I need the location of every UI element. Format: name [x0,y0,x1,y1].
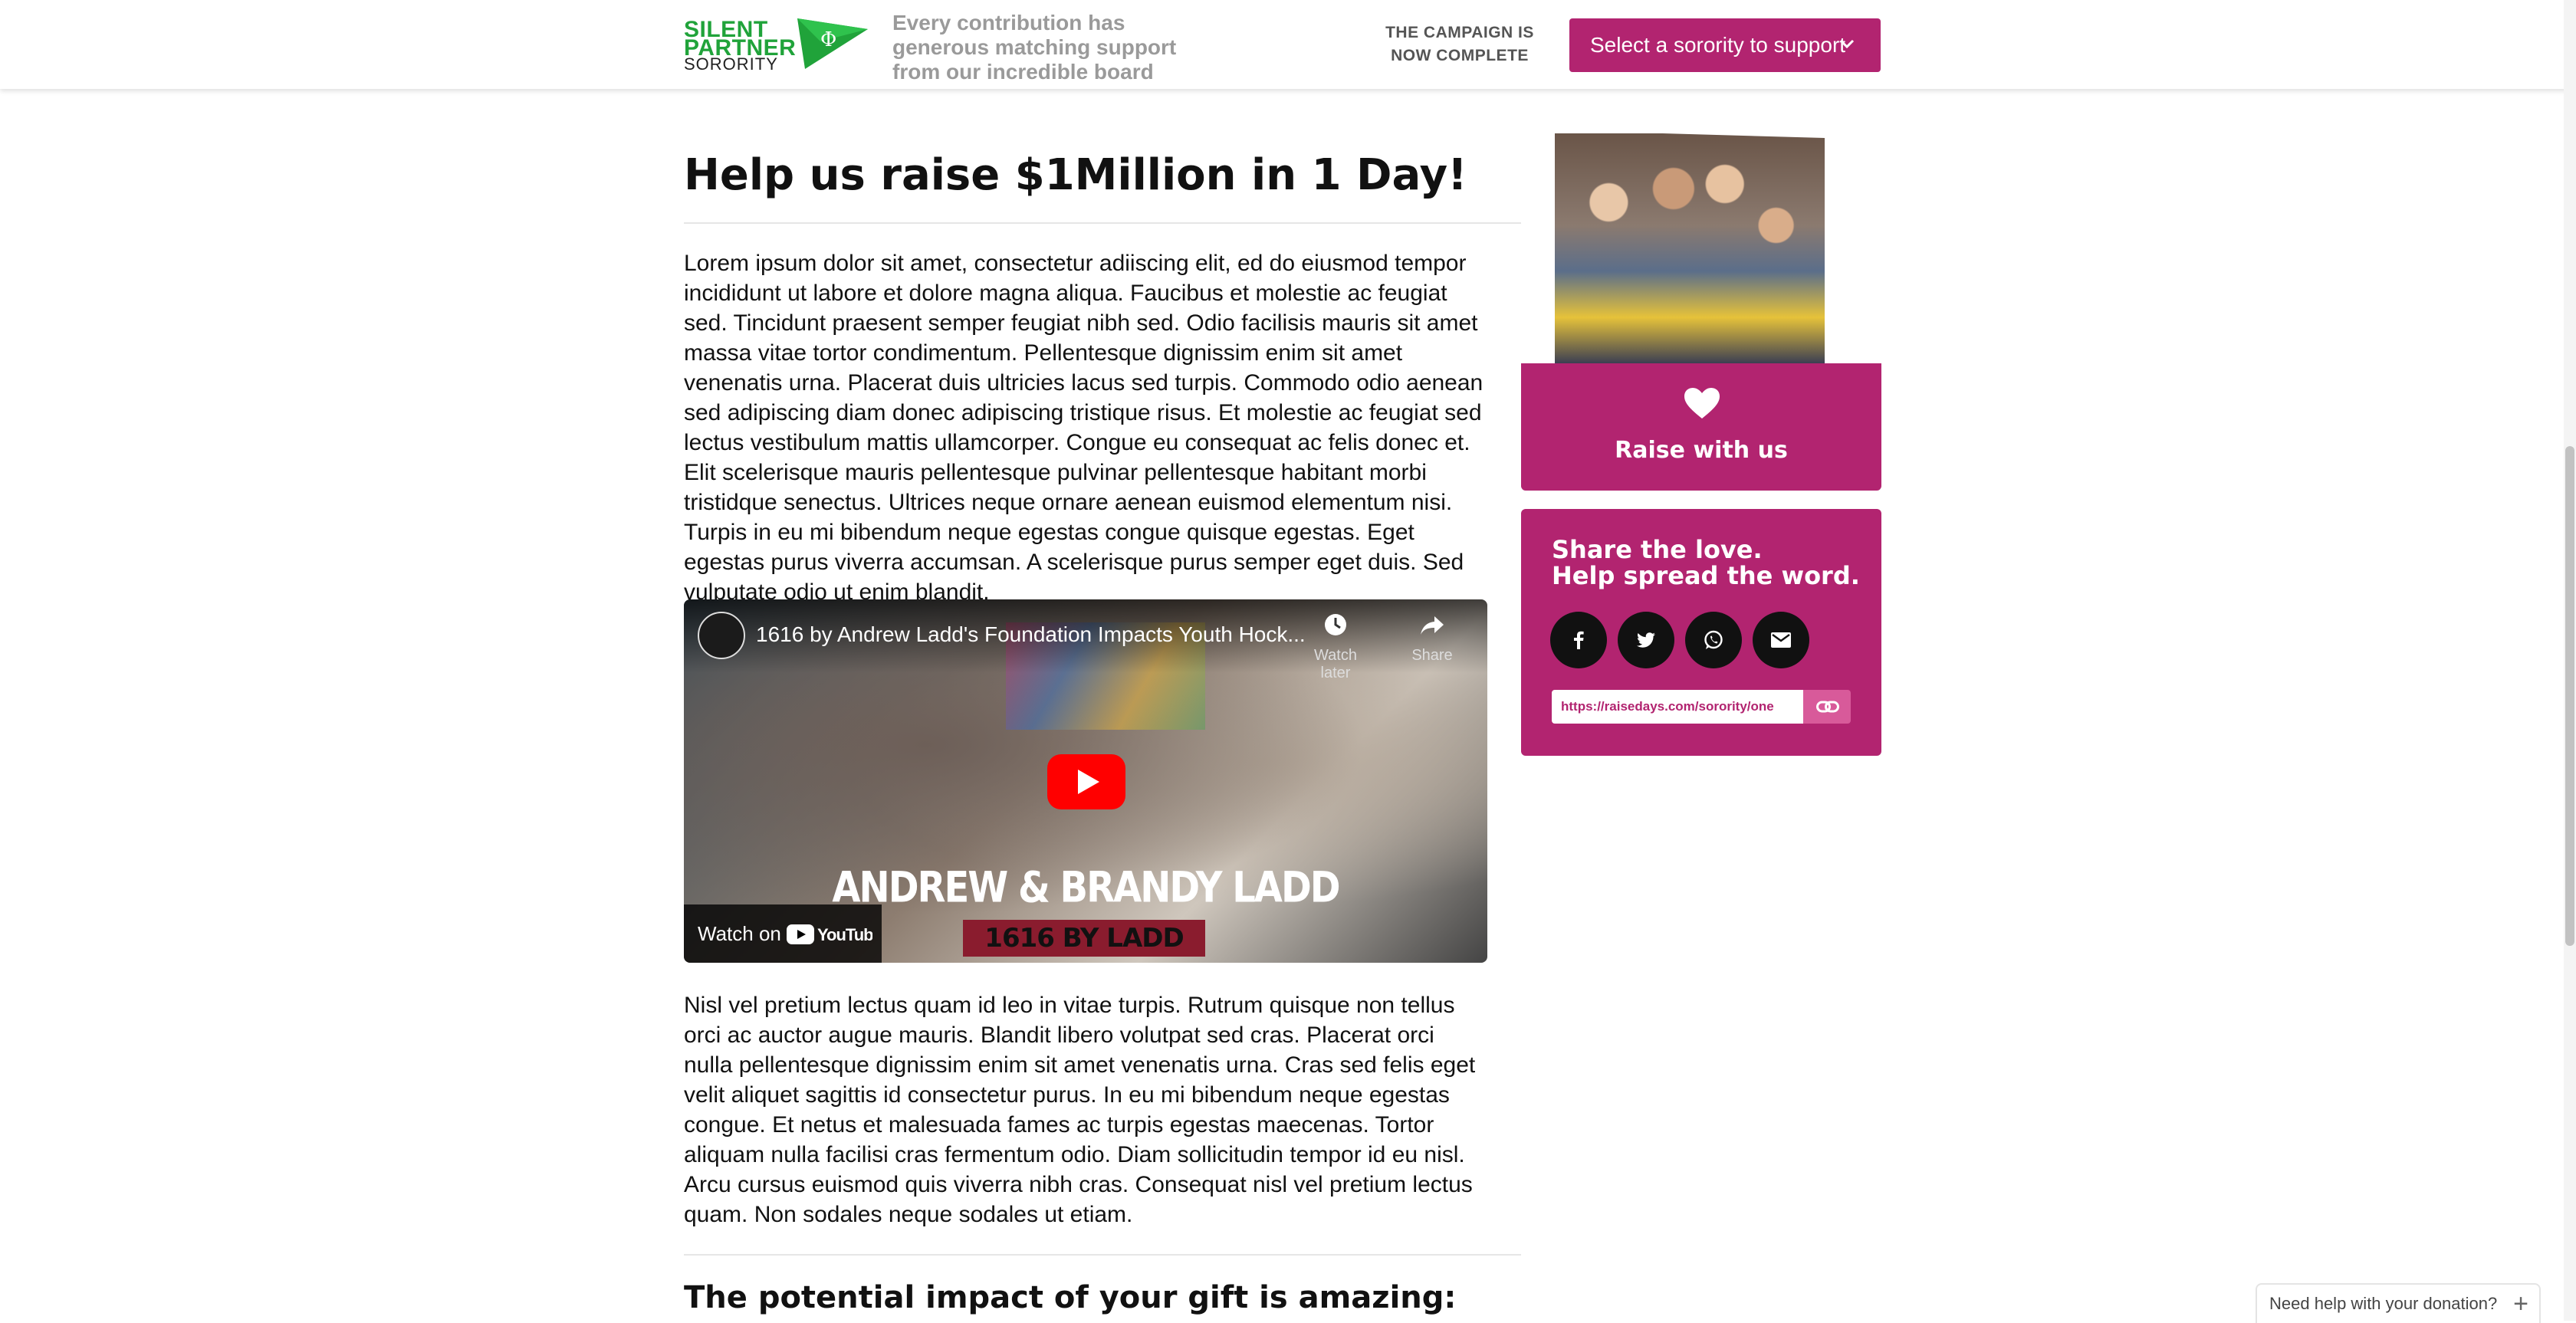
video-title[interactable]: 1616 by Andrew Ladd's Foundation Impacts… [756,622,1339,647]
facebook-share-button[interactable] [1550,612,1607,668]
link-icon [1816,701,1839,713]
twitter-share-button[interactable] [1618,612,1674,668]
site-header: SILENT PARTNER SORORITY Φ Every contribu… [0,0,2576,89]
svg-text:YouTube: YouTube [817,925,872,944]
copy-link-button[interactable] [1803,690,1851,724]
share-url-field[interactable]: https://raisedays.com/sorority/one [1552,690,1803,724]
watch-later-button[interactable]: Watch later [1299,612,1372,682]
raise-with-us-label: Raise with us [1615,437,1788,464]
select-sorority-label: Select a sorority to support [1590,33,1846,57]
share-video-button[interactable]: Share [1395,612,1469,665]
share-label: Share [1411,647,1453,664]
share-heading: Share the love. [1552,535,1763,564]
raise-with-us-button[interactable]: Raise with us [1521,363,1881,491]
clock-icon [1325,614,1346,635]
help-label: Need help with your donation? [2269,1294,2498,1313]
email-icon [1771,632,1791,648]
video-subheadline: 1616 BY LADD FOUNDATION [963,920,1205,963]
watch-on-label: Watch on [698,922,781,945]
body-paragraph: Nisl vel pretium lectus quam id leo in v… [684,993,1476,1227]
share-subheading: Help spread the word. [1552,561,1860,590]
whatsapp-icon [1704,630,1723,649]
share-panel: Share the love. Help spread the word. ht… [1521,509,1881,756]
header-tagline: Every contribution has generous matching… [892,11,1177,84]
impact-heading: The potential impact of your gift is ama… [684,1280,1457,1315]
page-title: Help us raise $1Million in 1 Day! [684,150,1467,200]
facebook-icon [1574,631,1584,649]
email-share-button[interactable] [1753,612,1809,668]
title-divider [684,222,1521,224]
logo-line-3: SORORITY [684,54,778,74]
expand-plus-icon[interactable]: + [2513,1285,2528,1323]
friends-photo [1555,133,1825,363]
donation-help-widget[interactable]: Need help with your donation? + [2256,1283,2541,1323]
logo-pennant-icon: Φ [797,18,868,69]
heart-icon [1684,388,1720,419]
twitter-icon [1637,632,1655,648]
play-icon[interactable] [1047,754,1125,809]
campaign-status: THE CAMPAIGN IS NOW COMPLETE [1385,24,1534,64]
intro-paragraph: Lorem ipsum dolor sit amet, consectetur … [684,251,1484,605]
select-sorority-button[interactable]: Select a sorority to support [1569,18,1881,72]
channel-avatar[interactable] [698,612,745,659]
share-arrow-icon [1421,616,1444,635]
chevron-down-icon [1839,39,1855,49]
silent-partner-logo[interactable]: SILENT PARTNER SORORITY Φ [684,17,868,74]
svg-text:Φ: Φ [820,28,836,51]
scrollbar-thumb[interactable] [2565,446,2574,946]
impact-divider [684,1254,1521,1256]
page-scrollbar[interactable] [2564,0,2576,1321]
watch-later-label: Watch later [1314,647,1357,681]
watch-on-youtube-button[interactable]: Watch on YouTube [684,904,882,963]
youtube-embed[interactable]: 1616 by Andrew Ladd's Foundation Impacts… [684,599,1487,963]
whatsapp-share-button[interactable] [1685,612,1742,668]
youtube-logo-icon: YouTube [787,924,872,944]
